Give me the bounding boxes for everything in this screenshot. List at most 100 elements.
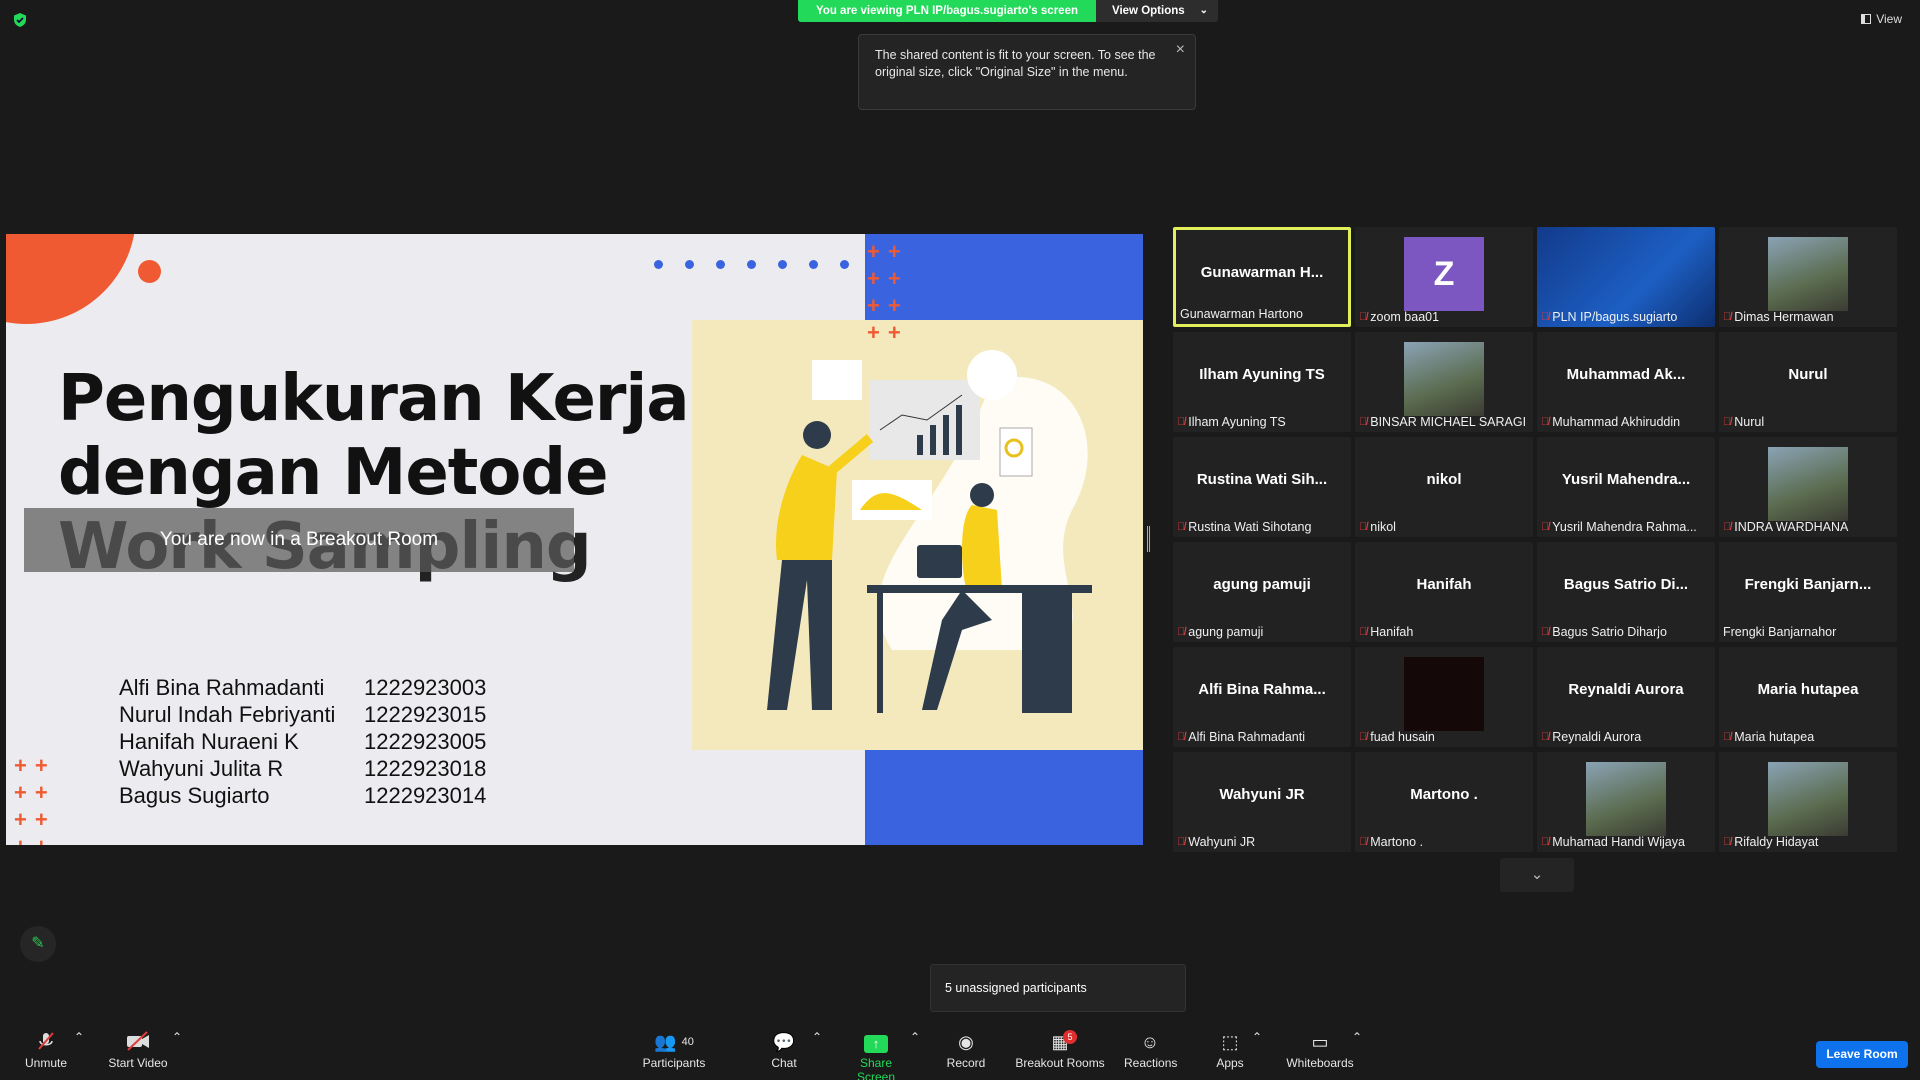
muted-mic-icon: 🎙̸ <box>1541 416 1550 428</box>
participant-name-label: 🎙̸ BINSAR MICHAEL SARAGI <box>1359 415 1527 429</box>
participant-name-label: 🎙̸ fuad husain <box>1359 730 1435 744</box>
whiteboards-button[interactable]: ▭ Whiteboards <box>1284 1030 1356 1070</box>
participants-icon: 👥 40 <box>654 1032 694 1052</box>
muted-mic-icon: 🎙̸ <box>1359 521 1368 533</box>
tooltip-text: The shared content is fit to your screen… <box>875 48 1156 79</box>
participant-name-label: 🎙̸ PLN IP/bagus.sugiarto <box>1541 310 1678 324</box>
splitter-handle[interactable] <box>1147 526 1150 552</box>
chat-button[interactable]: 💬 Chat <box>768 1030 800 1070</box>
viewing-screen-banner: You are viewing PLN IP/bagus.sugiarto's … <box>798 0 1096 22</box>
participant-tile[interactable]: 🎙̸ PLN IP/bagus.sugiarto <box>1537 227 1715 327</box>
participant-display-name: Gunawarman H... <box>1200 264 1324 281</box>
participant-name-label: 🎙̸ Ilham Ayuning TS <box>1177 415 1286 429</box>
participant-tile[interactable]: Alfi Bina Rahma... 🎙̸ Alfi Bina Rahmadanti <box>1173 647 1351 747</box>
participant-name-label: 🎙̸ zoom baa01 <box>1359 310 1440 324</box>
muted-mic-icon: 🎙̸ <box>1541 731 1550 743</box>
chevron-down-icon: ⌄ <box>1199 5 1208 16</box>
reactions-icon: ☺ <box>1140 1032 1160 1052</box>
participant-tile[interactable]: 🎙̸ INDRA WARDHANA <box>1719 437 1897 537</box>
chevron-down-icon: ⌄ <box>1530 866 1544 883</box>
participant-name-label: 🎙̸ INDRA WARDHANA <box>1723 520 1849 534</box>
participant-name-label: 🎙̸ Wahyuni JR <box>1177 835 1256 849</box>
participant-tile[interactable]: Gunawarman H... Gunawarman Hartono <box>1173 227 1351 327</box>
muted-mic-icon: 🎙̸ <box>1541 521 1550 533</box>
participant-tile[interactable]: nikol 🎙̸ nikol <box>1355 437 1533 537</box>
participant-display-name: Yusril Mahendra... <box>1561 471 1691 488</box>
member-list: Alfi Bina Rahmadanti 1222923003 Nurul Ind… <box>119 674 486 809</box>
participant-tile[interactable]: 🎙̸ BINSAR MICHAEL SARAGI <box>1355 332 1533 432</box>
share-screen-button[interactable]: ↑ Share Screen <box>840 1030 912 1080</box>
participant-tile[interactable]: Muhammad Ak... 🎙̸ Muhammad Akhiruddin <box>1537 332 1715 432</box>
apps-options-caret[interactable]: ⌃ <box>1252 1030 1262 1044</box>
participant-tile[interactable]: Nurul 🎙̸ Nurul <box>1719 332 1897 432</box>
muted-mic-icon: 🎙̸ <box>1723 836 1732 848</box>
record-button[interactable]: ◉ Record <box>944 1030 988 1070</box>
participant-tile[interactable]: agung pamuji 🎙̸ agung pamuji <box>1173 542 1351 642</box>
view-layout-button[interactable]: View <box>1861 12 1902 26</box>
participant-tile[interactable]: Wahyuni JR 🎙̸ Wahyuni JR <box>1173 752 1351 852</box>
breakout-rooms-button[interactable]: ▦ 5 Breakout Rooms <box>1014 1030 1106 1070</box>
close-icon[interactable]: × <box>1176 41 1185 58</box>
participant-tile[interactable]: Maria hutapea 🎙̸ Maria hutapea <box>1719 647 1897 747</box>
gallery-next-page-button[interactable]: ⌄ <box>1500 858 1574 892</box>
participant-tile[interactable]: 🎙̸ Dimas Hermawan <box>1719 227 1897 327</box>
leave-room-button[interactable]: Leave Room <box>1816 1041 1908 1068</box>
participants-button[interactable]: 👥 40 Participants <box>640 1030 708 1070</box>
member-row: Alfi Bina Rahmadanti 1222923003 <box>119 675 487 700</box>
participant-tile[interactable]: 🎙̸ Rifaldy Hidayat <box>1719 752 1897 852</box>
muted-mic-icon: 🎙̸ <box>1177 836 1186 848</box>
view-options-button[interactable]: View Options ⌄ <box>1096 0 1218 22</box>
participant-name-label: 🎙̸ agung pamuji <box>1177 625 1264 639</box>
muted-mic-icon: 🎙̸ <box>1723 521 1732 533</box>
participant-tile[interactable]: Rustina Wati Sih... 🎙̸ Rustina Wati Sihota… <box>1173 437 1351 537</box>
unmute-button[interactable]: Unmute <box>22 1030 70 1070</box>
participant-name-label: Frengki Banjarnahor <box>1723 625 1837 639</box>
participant-tile[interactable]: Bagus Satrio Di... 🎙̸ Bagus Satrio Diharjo <box>1537 542 1715 642</box>
audio-options-caret[interactable]: ⌃ <box>74 1030 84 1044</box>
security-shield-icon[interactable] <box>12 12 28 28</box>
muted-mic-icon: 🎙̸ <box>1359 836 1368 848</box>
participant-name-label: 🎙̸ Bagus Satrio Diharjo <box>1541 625 1667 639</box>
participant-display-name: agung pamuji <box>1213 576 1311 593</box>
annotate-pencil-icon[interactable]: ✎ <box>20 926 56 962</box>
apps-icon: ⬚ <box>1221 1032 1239 1052</box>
unassigned-participants-popup: 5 unassigned participants <box>930 964 1186 1012</box>
participant-tile[interactable]: Ilham Ayuning TS 🎙̸ Ilham Ayuning TS <box>1173 332 1351 432</box>
participant-name-label: 🎙̸ Martono . <box>1359 835 1424 849</box>
participant-video <box>1768 447 1848 521</box>
participant-display-name: Wahyuni JR <box>1219 786 1305 803</box>
member-row: Nurul Indah Febriyanti 1222923015 <box>119 702 487 727</box>
participant-tile[interactable]: Martono . 🎙̸ Martono . <box>1355 752 1533 852</box>
participant-tile[interactable]: 🎙̸ fuad husain <box>1355 647 1533 747</box>
muted-mic-icon: 🎙̸ <box>1541 836 1550 848</box>
participant-tile[interactable]: Z 🎙̸ zoom baa01 <box>1355 227 1533 327</box>
chat-icon: 💬 <box>772 1032 796 1052</box>
participant-display-name: Bagus Satrio Di... <box>1563 576 1689 593</box>
start-video-button[interactable]: Start Video <box>104 1030 172 1070</box>
whiteboard-icon: ▭ <box>1311 1032 1329 1052</box>
participant-display-name: Frengki Banjarn... <box>1744 576 1872 593</box>
video-options-caret[interactable]: ⌃ <box>172 1030 182 1044</box>
chat-options-caret[interactable]: ⌃ <box>812 1030 822 1044</box>
participant-name-label: 🎙̸ Muhammad Akhiruddin <box>1541 415 1681 429</box>
participant-tile[interactable]: Yusril Mahendra... 🎙̸ Yusril Mahendra Rahm… <box>1537 437 1715 537</box>
participant-name-label: 🎙̸ Nurul <box>1723 415 1765 429</box>
participant-display-name: Muhammad Ak... <box>1566 366 1686 383</box>
muted-mic-icon: 🎙̸ <box>1723 416 1732 428</box>
layout-icon <box>1861 14 1872 24</box>
muted-mic-icon: 🎙̸ <box>1723 731 1732 743</box>
share-options-caret[interactable]: ⌃ <box>910 1030 920 1044</box>
participant-tile[interactable]: Frengki Banjarn... Frengki Banjarnahor <box>1719 542 1897 642</box>
apps-button[interactable]: ⬚ Apps <box>1212 1030 1248 1070</box>
whiteboards-options-caret[interactable]: ⌃ <box>1352 1030 1362 1044</box>
participant-video <box>1586 762 1666 836</box>
participant-tile[interactable]: Hanifah 🎙̸ Hanifah <box>1355 542 1533 642</box>
slide-illustration <box>692 320 1143 750</box>
participant-name-label: Gunawarman Hartono <box>1180 307 1303 321</box>
participant-tile[interactable]: Reynaldi Aurora 🎙̸ Reynaldi Aurora <box>1537 647 1715 747</box>
reactions-button[interactable]: ☺ Reactions <box>1124 1030 1177 1070</box>
participant-tile[interactable]: 🎙̸ Muhamad Handi Wijaya <box>1537 752 1715 852</box>
breakout-count-badge: 5 <box>1063 1030 1077 1044</box>
muted-mic-icon: 🎙̸ <box>1541 311 1550 323</box>
participant-name-label: 🎙̸ Rustina Wati Sihotang <box>1177 520 1312 534</box>
